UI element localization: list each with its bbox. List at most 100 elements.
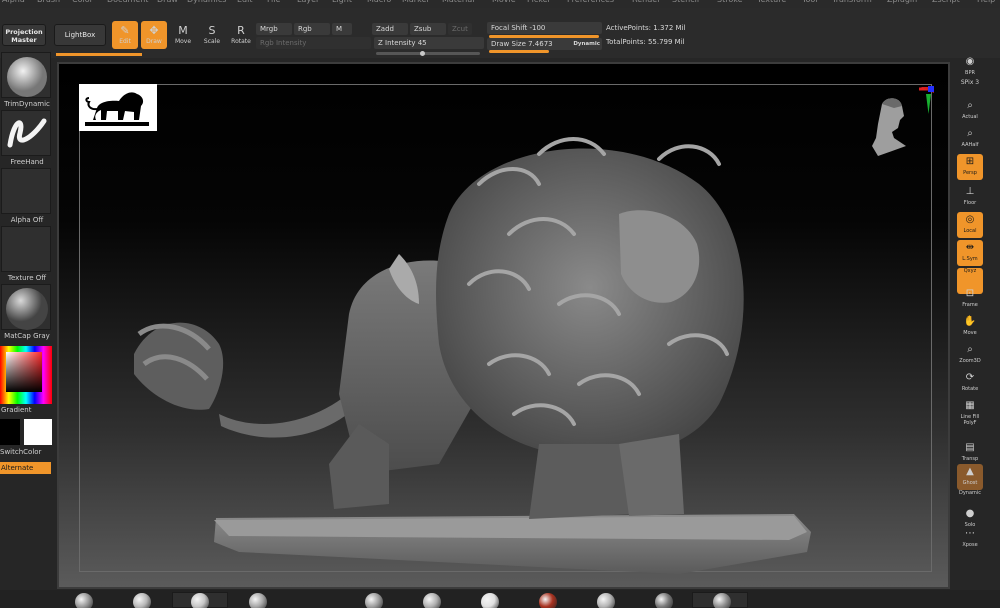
- zsub-button[interactable]: Zsub: [410, 23, 446, 35]
- material-ball-icon[interactable]: [133, 593, 151, 608]
- m-button[interactable]: M: [332, 23, 352, 35]
- menu-item-render[interactable]: Render: [632, 0, 660, 4]
- z-intensity-knob[interactable]: [420, 51, 425, 56]
- transp-button[interactable]: ▤ Transp: [957, 440, 983, 466]
- move-tool-button[interactable]: M Move: [170, 21, 196, 49]
- material-ball-icon[interactable]: [191, 593, 209, 608]
- right-shelf-label: Transp: [961, 456, 979, 462]
- menu-item-help[interactable]: Help: [977, 0, 995, 4]
- actual-button[interactable]: ⌕ Actual: [957, 98, 983, 124]
- floor-button[interactable]: ⊥ Floor: [957, 184, 983, 210]
- material-ball-icon[interactable]: [539, 593, 557, 608]
- main-color-swatch[interactable]: [0, 419, 20, 445]
- menu-item-dynamics[interactable]: Dynamics: [187, 0, 226, 4]
- menu-item-preferences[interactable]: Preferences: [567, 0, 614, 4]
- material-ball-icon[interactable]: [75, 593, 93, 608]
- menu-item-movie[interactable]: Movie: [492, 0, 516, 4]
- right-shelf-label: Dynamic: [958, 490, 982, 496]
- projection-master-label: Projection Master: [5, 28, 43, 44]
- menu-item-draw[interactable]: Draw: [157, 0, 178, 4]
- material-ball-icon[interactable]: [597, 593, 615, 608]
- draw-size-label: Draw Size 7.4673: [491, 40, 553, 48]
- menu-item-material[interactable]: Material: [442, 0, 475, 4]
- color-picker-square[interactable]: [6, 352, 42, 392]
- spix-3-button[interactable]: SPix 3: [957, 80, 983, 92]
- stroke-thumbnail[interactable]: [1, 110, 51, 156]
- aahalf-icon: ⌕: [967, 128, 973, 139]
- right-shelf-label: AAHalf: [961, 142, 979, 148]
- texture-thumbnail[interactable]: [1, 226, 51, 272]
- rgb-intensity-slider[interactable]: Rgb Intensity: [256, 37, 371, 49]
- menu-item-transform[interactable]: Transform: [832, 0, 872, 4]
- menu-item-color[interactable]: Color: [72, 0, 93, 4]
- z-intensity-slider[interactable]: Z Intensity 45: [374, 37, 484, 49]
- material-thumbnail[interactable]: [1, 284, 51, 330]
- draw-size-slider[interactable]: Draw Size 7.4673 Dynamic: [487, 38, 602, 50]
- menu-item-edit[interactable]: Edit: [237, 0, 253, 4]
- zcut-label: Zcut: [452, 25, 468, 33]
- menu-item-file[interactable]: File: [267, 0, 280, 4]
- move-icon: M: [178, 24, 188, 37]
- menu-item-zplugin[interactable]: Zplugin: [887, 0, 917, 4]
- aahalf-button[interactable]: ⌕ AAHalf: [957, 126, 983, 152]
- rgb-button[interactable]: Rgb: [294, 23, 330, 35]
- right-shelf-label: L.Sym: [962, 256, 978, 262]
- zadd-button[interactable]: Zadd: [372, 23, 408, 35]
- material-ball-icon[interactable]: [423, 593, 441, 608]
- focal-shift-label: Focal Shift -100: [491, 24, 546, 32]
- zcut-button[interactable]: Zcut: [448, 23, 472, 35]
- ghost-button[interactable]: ▲ Ghost: [957, 464, 983, 490]
- alternate-button[interactable]: Alternate: [0, 462, 51, 474]
- switch-color-button[interactable]: SwitchColor: [0, 448, 54, 456]
- lightbox-button[interactable]: LightBox: [54, 24, 106, 46]
- menu-item-stencil[interactable]: Stencil: [672, 0, 699, 4]
- alternate-label: Alternate: [1, 464, 34, 472]
- menu-item-macro[interactable]: Macro: [367, 0, 391, 4]
- local-button[interactable]: ◎ Local: [957, 212, 983, 238]
- projection-master-button[interactable]: Projection Master: [2, 24, 46, 46]
- tool-label: Draw: [146, 38, 162, 45]
- rotate-button[interactable]: ⟳ Rotate: [957, 370, 983, 396]
- l-sym-button[interactable]: ⇹ L.Sym: [957, 240, 983, 266]
- brush-thumbnail[interactable]: [1, 52, 51, 98]
- zadd-label: Zadd: [376, 25, 394, 33]
- tool-label: Move: [174, 38, 192, 45]
- menu-item-layer[interactable]: Layer: [297, 0, 319, 4]
- menu-item-picker[interactable]: Picker: [527, 0, 551, 4]
- material-ball-icon[interactable]: [713, 593, 731, 608]
- edit-tool-button[interactable]: ✎ Edit: [112, 21, 138, 49]
- menu-item-brush[interactable]: Brush: [37, 0, 60, 4]
- material-ball-icon[interactable]: [249, 593, 267, 608]
- scale-tool-button[interactable]: S Scale: [199, 21, 225, 49]
- canvas-viewport[interactable]: [57, 62, 950, 589]
- secondary-color-swatch[interactable]: [24, 419, 52, 445]
- color-picker[interactable]: [0, 346, 52, 404]
- menu-item-stroke[interactable]: Stroke: [717, 0, 743, 4]
- persp-button[interactable]: ⊞ Persp: [957, 154, 983, 180]
- menu-item-marker[interactable]: Marker: [402, 0, 430, 4]
- zoom3d-button[interactable]: ⌕ Zoom3D: [957, 342, 983, 368]
- menu-item-document[interactable]: Document: [107, 0, 148, 4]
- menu-item-zscript[interactable]: Zscript: [932, 0, 960, 4]
- menu-item-tool[interactable]: Tool: [802, 0, 818, 4]
- xpose-button[interactable]: ⋯ Xpose: [957, 526, 983, 552]
- alpha-thumbnail[interactable]: [1, 168, 51, 214]
- linefill-icon: ▦: [965, 400, 975, 411]
- move-button[interactable]: ✋ Move: [957, 314, 983, 340]
- mrgb-button[interactable]: Mrgb: [256, 23, 292, 35]
- material-ball-icon[interactable]: [365, 593, 383, 608]
- bpr-button[interactable]: ◉ BPR: [957, 54, 983, 80]
- dynamic-toggle[interactable]: Dynamic: [573, 38, 600, 50]
- material-ball-icon[interactable]: [655, 593, 673, 608]
- draw-tool-button[interactable]: ✥ Draw: [141, 21, 167, 49]
- brush-sphere-icon: [7, 57, 47, 97]
- menu-item-alpha[interactable]: Alpha: [2, 0, 25, 4]
- rotate-tool-button[interactable]: R Rotate: [228, 21, 254, 49]
- frame-icon: ⊡: [965, 288, 975, 299]
- menu-item-light[interactable]: Light: [332, 0, 352, 4]
- material-ball-icon[interactable]: [481, 593, 499, 608]
- focal-shift-slider[interactable]: Focal Shift -100: [487, 22, 602, 34]
- stroke-label: FreeHand: [10, 158, 44, 166]
- menu-item-texture[interactable]: Texture: [757, 0, 786, 4]
- frame-button[interactable]: ⊡ Frame: [957, 286, 983, 312]
